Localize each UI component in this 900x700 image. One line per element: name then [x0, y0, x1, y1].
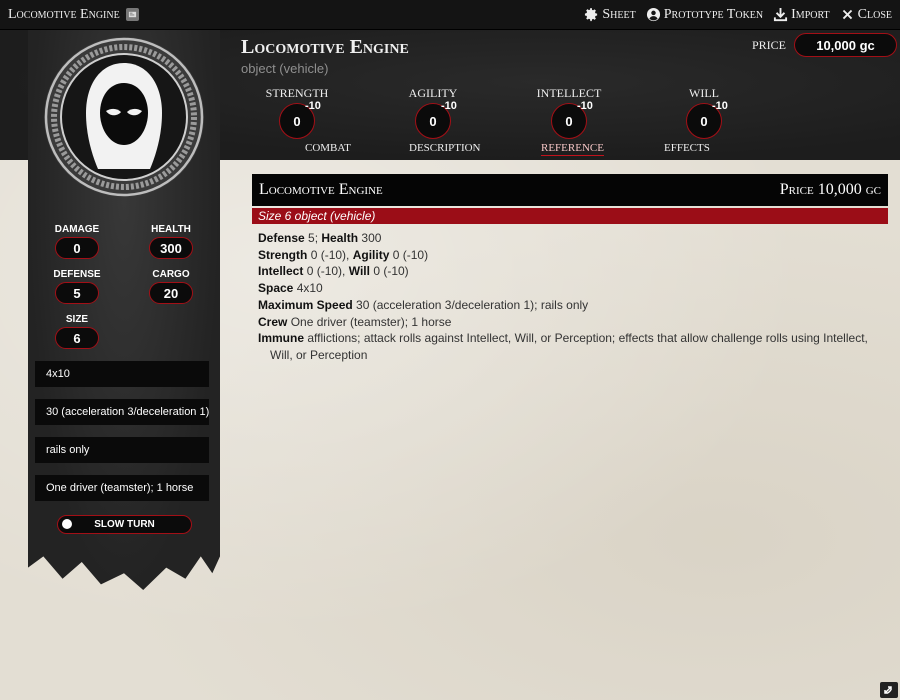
speed-label: Maximum Speed [258, 297, 353, 312]
intellect-label: Intellect [258, 264, 304, 279]
reference-body: Defense 5; Health 300 Strength 0 (-10), … [258, 230, 882, 364]
size-field[interactable]: 6 [55, 327, 99, 349]
speed-value: 30 (acceleration 3/deceleration 1); rail… [356, 297, 589, 312]
tab-description[interactable]: Description [409, 142, 481, 154]
stat-label: Size [65, 314, 89, 325]
close-button[interactable]: Close [840, 7, 892, 23]
toggle-knob [62, 519, 72, 529]
stat-label: Defense [53, 269, 101, 280]
reference-line: Space 4x10 [258, 280, 882, 297]
defense-label: Defense [258, 231, 305, 245]
crew-label: Crew [258, 314, 288, 329]
reference-subtitle: Size 6 object (vehicle) [252, 208, 888, 224]
reference-line: Immune afflictions; attack rolls against… [258, 330, 882, 347]
close-icon [842, 9, 852, 20]
resize-handle[interactable] [880, 682, 898, 698]
reference-line: Will, or Perception [258, 347, 882, 364]
window-title: Locomotive Engine [8, 6, 120, 22]
attribute-modifier: -10 [712, 100, 728, 112]
damage-field[interactable]: 0 [55, 237, 99, 259]
space-field[interactable]: 4x10 [35, 361, 209, 387]
stat-size: Size 6 [42, 314, 112, 349]
slow-turn-toggle[interactable]: Slow Turn [57, 515, 192, 534]
crew-value: One driver (teamster); 1 horse [290, 314, 452, 329]
price-label: Price [752, 38, 787, 52]
attribute-label: Strength [265, 86, 329, 100]
defense-field[interactable]: 5 [55, 282, 99, 304]
actor-name[interactable]: Locomotive Engine [241, 36, 409, 59]
attribute-modifier: -10 [577, 100, 593, 112]
strength-value: 0 (-10), [310, 247, 350, 262]
user-circle-icon [646, 7, 660, 22]
agility-value: 0 (-10) [392, 247, 429, 262]
space-value: 4x10 [296, 281, 323, 296]
price-field[interactable]: 10,000 gc [794, 33, 897, 57]
close-button-label: Close [857, 6, 892, 22]
stat-cargo: Cargo 20 [136, 269, 206, 304]
attribute-modifier: -10 [305, 100, 321, 112]
stat-label: Cargo [152, 269, 190, 280]
stat-label: Damage [54, 224, 100, 235]
health-value: 300 [361, 231, 382, 245]
reference-line: Intellect 0 (-10), Will 0 (-10) [258, 263, 882, 280]
attribute-label: Agility [408, 86, 458, 100]
prototype-token-button[interactable]: Prototype Token [646, 7, 763, 23]
reference-price: Price 10,000 gc [779, 181, 881, 198]
attribute-will: Will 0 -10 [664, 86, 744, 139]
defense-value: 5; [308, 231, 319, 245]
attribute-strength: Strength 0 -10 [257, 86, 337, 139]
immune-label: Immune [258, 331, 305, 346]
attribute-intellect: Intellect 0 -10 [529, 86, 609, 139]
reference-header: Locomotive Engine Price 10,000 gc [252, 174, 888, 206]
immune-value: afflictions; attack rolls against Intell… [307, 331, 868, 346]
health-label: Health [321, 231, 359, 245]
crew-field[interactable]: One driver (teamster); 1 horse [35, 475, 209, 501]
reference-line: Crew One driver (teamster); 1 horse [258, 314, 882, 331]
stat-label: Health [151, 224, 191, 235]
reference-title: Locomotive Engine [259, 181, 383, 198]
download-icon [774, 7, 788, 22]
stat-health: Health 300 [136, 224, 206, 259]
actor-portrait[interactable] [42, 35, 206, 199]
reference-line: Strength 0 (-10), Agility 0 (-10) [258, 247, 882, 264]
agility-label: Agility [352, 247, 390, 262]
attribute-label: Intellect [536, 86, 602, 100]
will-label: Will [348, 264, 370, 279]
cargo-field[interactable]: 20 [149, 282, 193, 304]
reference-line: Defense 5; Health 300 [258, 230, 882, 247]
window-title-bar[interactable]: Locomotive Engine Sheet Prototype Token … [0, 0, 900, 30]
stat-damage: Damage 0 [42, 224, 112, 259]
sheet-button[interactable]: Sheet [584, 6, 636, 23]
health-field[interactable]: 300 [149, 237, 193, 259]
immune-value-continued: Will, or Perception [270, 347, 368, 362]
import-button-label: Import [791, 6, 830, 22]
import-button[interactable]: Import [773, 7, 830, 23]
movement-field[interactable]: rails only [35, 437, 209, 463]
strength-label: Strength [258, 247, 308, 262]
sheet-button-label: Sheet [602, 6, 636, 22]
space-label: Space [258, 281, 294, 296]
tab-reference[interactable]: Reference [541, 142, 604, 156]
reference-line: Maximum Speed 30 (acceleration 3/deceler… [258, 297, 882, 314]
slow-turn-label: Slow Turn [94, 519, 155, 530]
id-card-icon[interactable] [125, 8, 139, 21]
prototype-token-button-label: Prototype Token [663, 6, 764, 22]
resize-icon [884, 686, 892, 694]
will-value: 0 (-10) [373, 264, 409, 279]
intellect-value: 0 (-10), [306, 264, 346, 279]
attribute-label: Will [689, 86, 719, 100]
tab-combat[interactable]: Combat [305, 142, 351, 154]
gear-icon [585, 7, 598, 22]
actor-subtitle: object (vehicle) [241, 61, 329, 76]
stat-defense: Defense 5 [42, 269, 112, 304]
attribute-modifier: -10 [441, 100, 457, 112]
tab-effects[interactable]: Effects [664, 142, 710, 154]
attribute-agility: Agility 0 -10 [393, 86, 473, 139]
speed-field[interactable]: 30 (acceleration 3/deceleration 1) [35, 399, 209, 425]
